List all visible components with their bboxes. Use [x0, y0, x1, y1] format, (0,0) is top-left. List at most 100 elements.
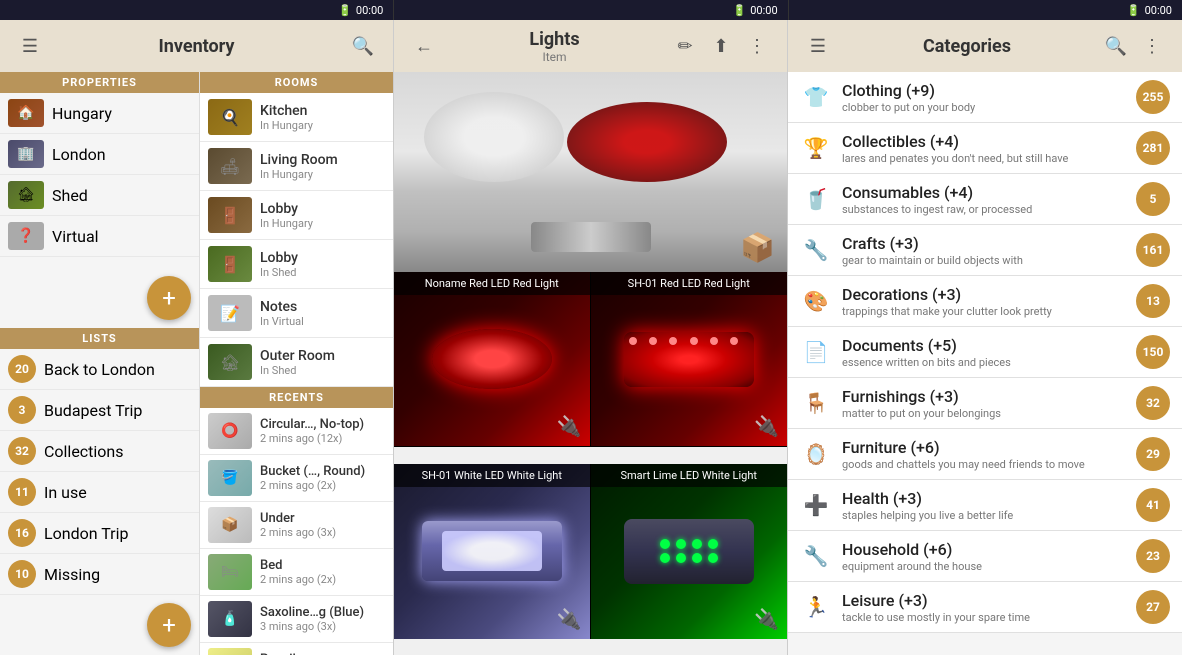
list-collections[interactable]: 32 Collections — [0, 431, 199, 472]
light-label-sh01-white: SH-01 White LED White Light — [394, 464, 590, 487]
light-label-smart-lime: Smart Lime LED White Light — [591, 464, 788, 487]
recent-time-bucket: 2 mins ago (2x) — [260, 479, 365, 492]
room-thumb-lobby-hungary: 🚪 — [208, 197, 252, 233]
more-button-p3[interactable]: ⋮ — [1134, 28, 1170, 64]
property-name-shed: Shed — [52, 186, 88, 205]
back-button[interactable]: ← — [406, 28, 442, 64]
cat-count-collectibles: 281 — [1136, 131, 1170, 165]
share-button[interactable]: ⬆ — [703, 28, 739, 64]
edit-icon: ✏ — [677, 36, 692, 57]
cat-name-leisure: Leisure (+3) — [842, 591, 1126, 610]
room-name-lobby-shed: Lobby — [260, 250, 298, 266]
cat-count-furnishings: 32 — [1136, 386, 1170, 420]
recent-pencils[interactable]: ✏ Pencils 4 mins ago (11x) — [200, 643, 393, 655]
cat-clothing[interactable]: 👕 Clothing (+9) clobber to put on your b… — [788, 72, 1182, 123]
cat-crafts[interactable]: 🔧 Crafts (+3) gear to maintain or build … — [788, 225, 1182, 276]
add-list-fab[interactable]: + — [147, 603, 191, 647]
cat-name-consumables: Consumables (+4) — [842, 183, 1126, 202]
list-london-trip[interactable]: 16 London Trip — [0, 513, 199, 554]
share-icon: ⬆ — [713, 36, 728, 57]
decorations-icon: 🎨 — [800, 285, 832, 317]
cat-name-clothing: Clothing (+9) — [842, 81, 1126, 100]
cat-name-collectibles: Collectibles (+4) — [842, 132, 1126, 151]
room-notes[interactable]: 📝 Notes In Virtual — [200, 289, 393, 338]
cat-name-furnishings: Furnishings (+3) — [842, 387, 1126, 406]
cat-leisure[interactable]: 🏃 Leisure (+3) tackle to use mostly in y… — [788, 582, 1182, 633]
room-thumb-notes: 📝 — [208, 295, 252, 331]
room-thumb-kitchen: 🍳 — [208, 99, 252, 135]
collectibles-icon: 🏆 — [800, 132, 832, 164]
search-button-p3[interactable]: 🔍 — [1098, 28, 1134, 64]
documents-icon: 📄 — [800, 336, 832, 368]
recent-under[interactable]: 📦 Under 2 mins ago (3x) — [200, 502, 393, 549]
cat-desc-health: staples helping you live a better life — [842, 509, 1126, 522]
recent-bed[interactable]: 🛏 Bed 2 mins ago (2x) — [200, 549, 393, 596]
cat-count-furniture: 29 — [1136, 437, 1170, 471]
room-lobby-hungary[interactable]: 🚪 Lobby In Hungary — [200, 191, 393, 240]
room-sub-outer-room: In Shed — [260, 364, 335, 377]
recent-bucket[interactable]: 🪣 Bucket (…, Round) 2 mins ago (2x) — [200, 455, 393, 502]
cat-count-clothing: 255 — [1136, 80, 1170, 114]
cat-desc-clothing: clobber to put on your body — [842, 101, 1126, 114]
room-thumb-lobby-shed: 🚪 — [208, 246, 252, 282]
property-hungary[interactable]: 🏠 Hungary — [0, 93, 199, 134]
property-name-london: London — [52, 145, 106, 164]
cat-desc-documents: essence written on bits and pieces — [842, 356, 1126, 369]
recent-name-saxoline: Saxoline…g (Blue) — [260, 605, 364, 620]
list-budapest-trip[interactable]: 3 Budapest Trip — [0, 390, 199, 431]
lights-main-image: 📦 — [394, 72, 787, 272]
room-lobby-shed[interactable]: 🚪 Lobby In Shed — [200, 240, 393, 289]
lists-header: LISTS — [0, 328, 199, 349]
room-name-lobby-hungary: Lobby — [260, 201, 313, 217]
hamburger-icon-p3: ☰ — [810, 36, 826, 57]
room-living-room[interactable]: 🛋 Living Room In Hungary — [200, 142, 393, 191]
light-item-sh01-white[interactable]: SH-01 White LED White Light 🔌 — [394, 464, 591, 639]
recent-thumb-under: 📦 — [208, 507, 252, 543]
list-back-to-london[interactable]: 20 Back to London — [0, 349, 199, 390]
more-icon-p2: ⋮ — [748, 36, 766, 57]
menu-icon-p3[interactable]: ☰ — [800, 28, 836, 64]
cat-documents[interactable]: 📄 Documents (+5) essence written on bits… — [788, 327, 1182, 378]
cat-furniture[interactable]: 🪞 Furniture (+6) goods and chattels you … — [788, 429, 1182, 480]
light-item-sh01-red[interactable]: SH-01 Red LED Red Light 🔌 — [591, 272, 788, 447]
property-london[interactable]: 🏢 London — [0, 134, 199, 175]
light-item-smart-lime[interactable]: Smart Lime LED White Light — [591, 464, 788, 639]
status-time-1: 00:00 — [356, 4, 383, 17]
cat-health[interactable]: ➕ Health (+3) staples helping you live a… — [788, 480, 1182, 531]
list-missing[interactable]: 10 Missing — [0, 554, 199, 595]
cat-collectibles[interactable]: 🏆 Collectibles (+4) lares and penates yo… — [788, 123, 1182, 174]
light-plug-icon-4: 🔌 — [754, 607, 779, 631]
more-button-p2[interactable]: ⋮ — [739, 28, 775, 64]
cat-decorations[interactable]: 🎨 Decorations (+3) trappings that make y… — [788, 276, 1182, 327]
light-item-noname-red[interactable]: Noname Red LED Red Light 🔌 — [394, 272, 591, 447]
edit-button[interactable]: ✏ — [667, 28, 703, 64]
add-property-fab[interactable]: + — [147, 276, 191, 320]
property-virtual[interactable]: ❓ Virtual — [0, 216, 199, 257]
cat-count-health: 41 — [1136, 488, 1170, 522]
recent-circular[interactable]: ⭕ Circular…, No-top) 2 mins ago (12x) — [200, 408, 393, 455]
recent-time-under: 2 mins ago (3x) — [260, 526, 336, 539]
status-time-2: 00:00 — [750, 4, 777, 17]
search-icon-p3: 🔍 — [1105, 36, 1127, 57]
room-kitchen[interactable]: 🍳 Kitchen In Hungary — [200, 93, 393, 142]
cat-count-decorations: 13 — [1136, 284, 1170, 318]
light-label-noname-red: Noname Red LED Red Light — [394, 272, 590, 295]
panel1-title: Inventory — [159, 36, 235, 57]
menu-icon-p1[interactable]: ☰ — [12, 28, 48, 64]
more-icon-p3: ⋮ — [1143, 36, 1161, 57]
list-name-in-use: In use — [44, 483, 87, 502]
light-label-sh01-red: SH-01 Red LED Red Light — [591, 272, 788, 295]
search-button-p1[interactable]: 🔍 — [345, 28, 381, 64]
cat-furnishings[interactable]: 🪑 Furnishings (+3) matter to put on your… — [788, 378, 1182, 429]
property-shed[interactable]: 🏚 Shed — [0, 175, 199, 216]
cat-count-documents: 150 — [1136, 335, 1170, 369]
room-thumb-living-room: 🛋 — [208, 148, 252, 184]
cat-household[interactable]: 🔧 Household (+6) equipment around the ho… — [788, 531, 1182, 582]
list-in-use[interactable]: 11 In use — [0, 472, 199, 513]
recent-saxoline[interactable]: 🧴 Saxoline…g (Blue) 3 mins ago (3x) — [200, 596, 393, 643]
room-outer-room[interactable]: 🏚 Outer Room In Shed — [200, 338, 393, 387]
list-badge-in-use: 11 — [8, 478, 36, 506]
cat-consumables[interactable]: 🥤 Consumables (+4) substances to ingest … — [788, 174, 1182, 225]
recent-name-bucket: Bucket (…, Round) — [260, 464, 365, 479]
property-thumb-shed: 🏚 — [8, 181, 44, 209]
